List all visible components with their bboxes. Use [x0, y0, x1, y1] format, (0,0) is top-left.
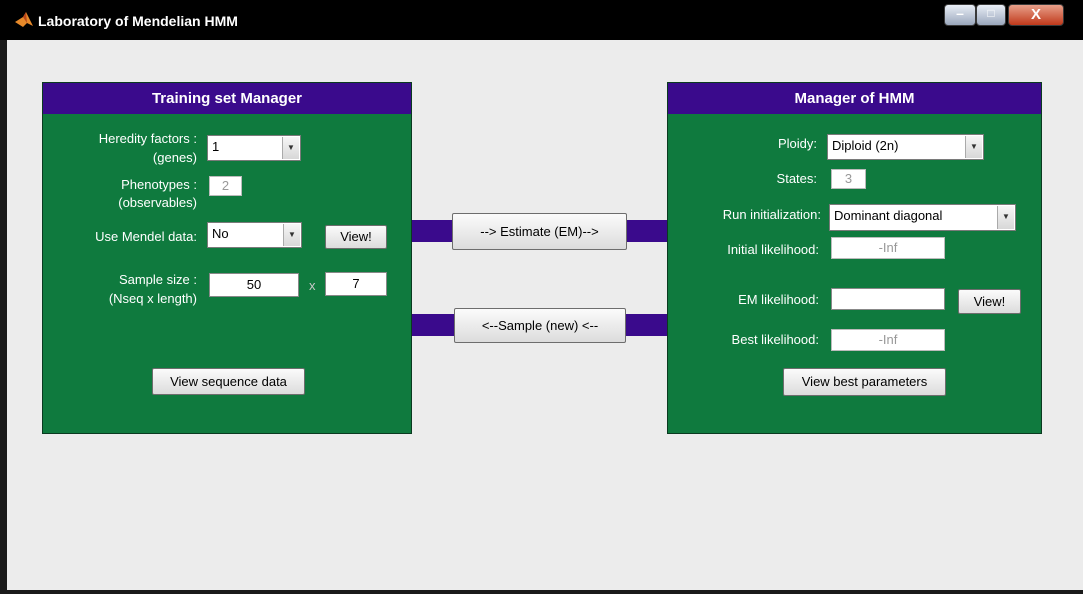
window-title: Laboratory of Mendelian HMM [38, 13, 238, 29]
window-bottom-border [0, 590, 1083, 594]
mendel-value: No [212, 226, 229, 241]
run-init-value: Dominant diagonal [834, 208, 943, 223]
view-mendel-button[interactable]: View! [325, 225, 387, 249]
phenotypes-label: Phenotypes : [121, 177, 197, 192]
chevron-down-icon: ▼ [997, 206, 1014, 229]
view-best-parameters-button[interactable]: View best parameters [783, 368, 946, 396]
title-bar: Laboratory of Mendelian HMM – □ X [0, 0, 1083, 40]
mendel-label: Use Mendel data: [95, 229, 197, 244]
initial-likelihood-label: Initial likelihood: [727, 242, 819, 257]
sample-new-button[interactable]: <--Sample (new) <-- [454, 308, 626, 343]
run-init-label: Run initialization: [722, 207, 821, 222]
times-label: x [309, 278, 316, 293]
chevron-down-icon: ▼ [283, 224, 300, 246]
window-left-border [0, 40, 7, 594]
chevron-down-icon: ▼ [282, 137, 299, 159]
minimize-icon: – [956, 5, 964, 21]
heredity-sublabel: (genes) [152, 150, 197, 165]
states-label: States: [776, 171, 817, 186]
view-sequence-data-button[interactable]: View sequence data [152, 368, 305, 395]
length-input[interactable]: 7 [325, 272, 387, 296]
em-likelihood-label: EM likelihood: [738, 292, 819, 307]
maximize-button[interactable]: □ [976, 4, 1006, 26]
chevron-down-icon: ▼ [965, 136, 982, 158]
hmm-panel-header: Manager of HMM [668, 83, 1041, 114]
heredity-label: Heredity factors : [98, 131, 197, 146]
estimate-connector-left [412, 220, 452, 242]
estimate-connector-right [627, 220, 667, 242]
minimize-button[interactable]: – [944, 4, 976, 26]
phenotypes-sublabel: (observables) [118, 195, 197, 210]
nseq-input[interactable]: 50 [209, 273, 299, 297]
ploidy-value: Diploid (2n) [832, 138, 899, 153]
sample-size-sublabel: (Nseq x length) [108, 291, 197, 306]
matlab-icon [15, 12, 33, 27]
close-icon: X [1030, 6, 1041, 23]
estimate-em-button[interactable]: --> Estimate (EM)--> [452, 213, 627, 250]
sample-connector-right [626, 314, 667, 336]
initial-likelihood-field: -Inf [831, 237, 945, 259]
states-field: 3 [831, 169, 866, 189]
maximize-icon: □ [987, 6, 995, 20]
mendel-select[interactable]: No ▼ [207, 222, 302, 248]
best-likelihood-label: Best likelihood: [731, 332, 819, 347]
view-em-button[interactable]: View! [958, 289, 1021, 314]
em-likelihood-field [831, 288, 945, 310]
training-set-panel: Training set Manager Heredity factors : … [42, 82, 412, 434]
run-init-select[interactable]: Dominant diagonal ▼ [829, 204, 1016, 231]
phenotypes-field: 2 [209, 176, 242, 196]
sample-connector-left [412, 314, 454, 336]
training-panel-header: Training set Manager [43, 83, 411, 114]
ploidy-label: Ploidy: [777, 136, 817, 151]
hmm-manager-panel: Manager of HMM Ploidy: Diploid (2n) ▼ St… [667, 82, 1042, 434]
best-likelihood-field: -Inf [831, 329, 945, 351]
heredity-value: 1 [212, 139, 220, 154]
ploidy-select[interactable]: Diploid (2n) ▼ [827, 134, 984, 160]
sample-size-label: Sample size : [118, 272, 197, 287]
close-button[interactable]: X [1008, 4, 1064, 26]
heredity-select[interactable]: 1 ▼ [207, 135, 301, 161]
